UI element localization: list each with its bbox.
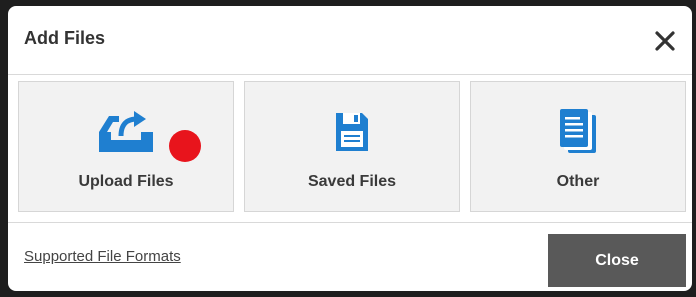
- other-button[interactable]: Other: [470, 81, 686, 212]
- upload-files-button[interactable]: Upload Files: [18, 81, 234, 212]
- floppy-disk-icon: [334, 108, 370, 156]
- dialog-footer: Supported File Formats Close: [8, 222, 692, 291]
- add-files-dialog: Add Files Upload Files Saved Files Other…: [8, 6, 692, 291]
- documents-icon: [556, 108, 600, 156]
- close-icon[interactable]: [652, 28, 678, 54]
- other-label: Other: [556, 173, 600, 190]
- red-marker-dot: [169, 130, 201, 162]
- saved-files-button[interactable]: Saved Files: [244, 81, 460, 212]
- upload-tray-icon: [97, 108, 155, 156]
- file-source-options: Upload Files Saved Files Other: [18, 81, 686, 212]
- saved-files-label: Saved Files: [307, 173, 397, 190]
- upload-files-label: Upload Files: [78, 173, 174, 190]
- dialog-title: Add Files: [24, 28, 106, 48]
- supported-file-formats-link[interactable]: Supported File Formats: [24, 248, 181, 265]
- close-button[interactable]: Close: [548, 234, 686, 287]
- dialog-header: Add Files: [8, 6, 692, 75]
